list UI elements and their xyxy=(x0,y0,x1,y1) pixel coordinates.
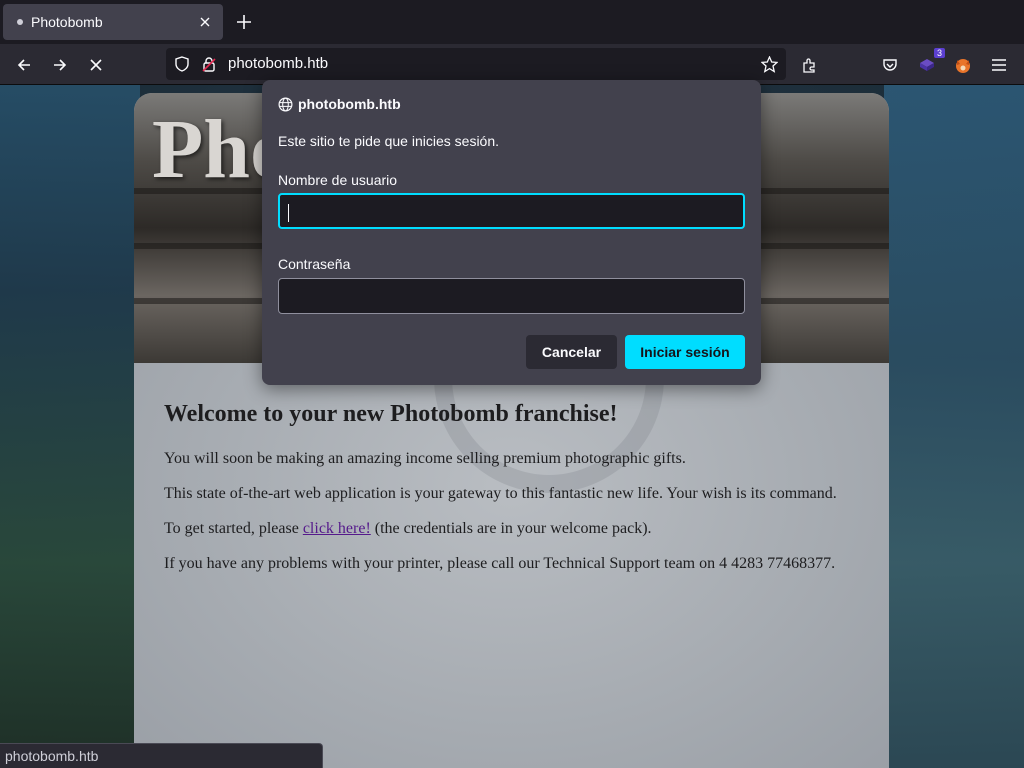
paragraph-gateway: This state of-the-art web application is… xyxy=(164,485,837,502)
paragraph-support: If you have any problems with your print… xyxy=(164,555,836,572)
foxyproxy-icon[interactable] xyxy=(950,52,976,78)
extensions-icon[interactable] xyxy=(796,52,822,78)
shield-icon[interactable] xyxy=(173,55,191,73)
globe-icon xyxy=(278,97,293,112)
dialog-host-text: photobomb.htb xyxy=(298,96,401,112)
url-bar[interactable]: photobomb.htb xyxy=(166,48,786,80)
tab-strip: Photobomb xyxy=(0,0,1024,44)
welcome-text: Welcome to your new Photobomb franchise!… xyxy=(164,401,864,590)
username-label: Nombre de usuario xyxy=(278,172,398,188)
status-bar: photobomb.htb xyxy=(0,743,323,768)
text-caret xyxy=(288,204,289,222)
bookmark-star-icon[interactable] xyxy=(760,55,778,73)
loading-dot-icon xyxy=(17,19,23,25)
insecure-lock-icon[interactable] xyxy=(200,55,218,73)
username-field[interactable] xyxy=(278,193,745,229)
cancel-button[interactable]: Cancelar xyxy=(526,335,617,369)
sign-in-button[interactable]: Iniciar sesión xyxy=(625,335,745,369)
pocket-icon[interactable] xyxy=(877,52,903,78)
credentials-note: (the credentials are in your welcome pac… xyxy=(370,520,652,537)
extension-badge-count: 3 xyxy=(933,48,945,58)
new-tab-button[interactable] xyxy=(232,10,256,34)
password-label: Contraseña xyxy=(278,256,351,272)
stop-loading-button[interactable] xyxy=(83,52,109,78)
get-started-text: To get started, please xyxy=(164,520,303,537)
click-here-link[interactable]: click here! xyxy=(303,520,371,537)
close-tab-icon[interactable] xyxy=(195,12,215,32)
tab-title: Photobomb xyxy=(31,14,103,30)
auth-dialog: photobomb.htb Este sitio te pide que ini… xyxy=(262,80,761,385)
password-field[interactable] xyxy=(278,278,745,314)
background-image-left xyxy=(0,85,140,768)
tab-photobomb[interactable]: Photobomb xyxy=(3,4,223,40)
url-text: photobomb.htb xyxy=(228,55,329,72)
page-heading: Welcome to your new Photobomb franchise! xyxy=(164,401,618,427)
menu-icon[interactable] xyxy=(986,52,1012,78)
navigation-toolbar: photobomb.htb 3 xyxy=(0,44,1024,85)
paragraph-income: You will soon be making an amazing incom… xyxy=(164,450,686,467)
forward-button[interactable] xyxy=(47,52,73,78)
extension-badge-icon[interactable]: 3 xyxy=(914,48,945,78)
dialog-host: photobomb.htb xyxy=(278,96,401,112)
paragraph-get-started: To get started, please click here! (the … xyxy=(164,520,864,538)
background-image-right xyxy=(884,85,1024,768)
back-button[interactable] xyxy=(11,52,37,78)
dialog-message: Este sitio te pide que inicies sesión. xyxy=(278,133,500,149)
